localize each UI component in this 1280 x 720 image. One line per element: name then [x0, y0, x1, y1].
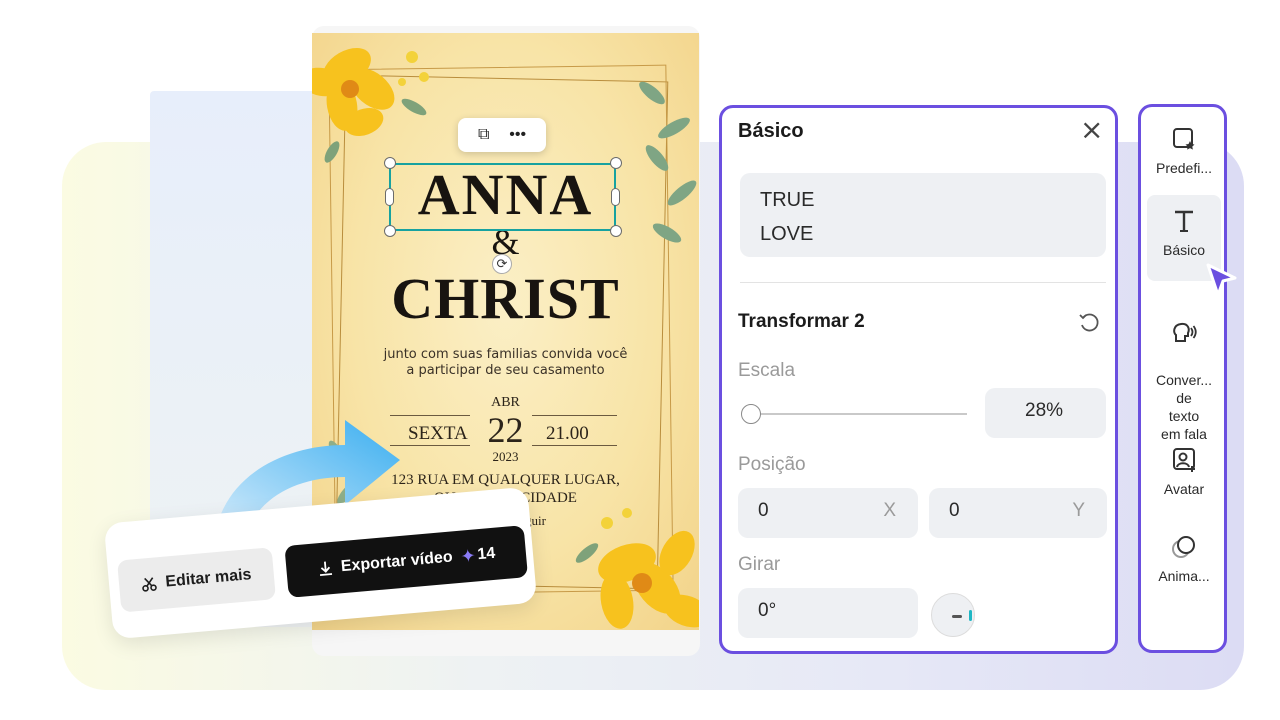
position-label: Posição: [738, 454, 806, 475]
name-bottom[interactable]: CHRIST: [312, 265, 699, 332]
tools-sidebar: Predefi... Básico Conver... de texto em …: [1138, 104, 1227, 653]
close-icon[interactable]: ×: [1080, 116, 1103, 144]
properties-panel: Básico × TRUE LOVE Transformar 2 Escala …: [719, 105, 1118, 654]
sidebar-label-animation: Anima...: [1158, 568, 1210, 584]
sidebar-label-presets: Predefi...: [1155, 160, 1213, 176]
text-icon: [1175, 210, 1193, 232]
text-to-speech-icon: [1173, 322, 1197, 342]
sidebar-item-animation[interactable]: Anima...: [1147, 529, 1221, 589]
sidebar-item-avatar[interactable]: Avatar: [1147, 442, 1221, 502]
scale-slider-track[interactable]: [752, 413, 967, 415]
y-axis-label: Y: [1072, 500, 1085, 521]
preset-icon: [1173, 128, 1195, 150]
download-icon: [319, 561, 332, 577]
layers-icon[interactable]: ⧉: [478, 126, 489, 144]
dial-mark: [969, 610, 972, 621]
rotation-dial[interactable]: [931, 593, 975, 637]
element-toolbar: ⧉ •••: [458, 118, 546, 152]
text-line2: LOVE: [760, 223, 814, 245]
animation-icon: [1172, 536, 1195, 558]
flower-decoration: [312, 48, 429, 163]
dial-needle: [952, 615, 962, 618]
export-video-label: Exportar vídeo: [340, 548, 454, 576]
invite-subtitle-line2[interactable]: a participar de seu casamento: [312, 363, 699, 378]
position-x-value: 0: [758, 500, 769, 521]
sidebar-label-text-to-speech: Conver... de texto em fala: [1155, 372, 1213, 442]
credits-badge: ✦ 14: [460, 543, 497, 567]
scale-label: Escala: [738, 360, 796, 381]
reset-icon[interactable]: [1078, 312, 1100, 334]
rotate-value: 0°: [758, 600, 777, 621]
more-options-icon[interactable]: •••: [509, 126, 526, 144]
position-y-input[interactable]: 0 Y: [929, 488, 1107, 538]
sparkle-icon: ✦: [459, 544, 477, 567]
resize-handle[interactable]: [385, 188, 394, 206]
resize-handle[interactable]: [384, 225, 396, 237]
cursor-icon: [1206, 263, 1237, 297]
sidebar-label-avatar: Avatar: [1163, 481, 1205, 497]
rotate-handle-icon[interactable]: ⟳: [492, 254, 512, 274]
sidebar-label-basic: Básico: [1162, 242, 1206, 258]
scissors-icon: [142, 577, 158, 592]
resize-handle[interactable]: [384, 157, 396, 169]
text-content-field[interactable]: TRUE LOVE: [740, 173, 1106, 257]
sidebar-item-text-to-speech[interactable]: Conver... de texto em fala: [1147, 297, 1221, 447]
resize-handle[interactable]: [610, 157, 622, 169]
resize-handle[interactable]: [611, 188, 620, 206]
credits-count: 14: [476, 544, 497, 564]
selection-box[interactable]: [389, 163, 616, 231]
rotate-input[interactable]: 0°: [738, 588, 918, 638]
scale-input[interactable]: 28%: [985, 388, 1106, 438]
invite-subtitle-line1[interactable]: junto com suas familias convida você: [312, 347, 699, 362]
scale-value: 28%: [1025, 400, 1064, 421]
text-line1: TRUE: [760, 189, 815, 211]
position-x-input[interactable]: 0 X: [738, 488, 918, 538]
avatar-icon: [1173, 448, 1195, 472]
section-title: Transformar 2: [738, 311, 865, 332]
position-y-value: 0: [949, 500, 960, 521]
resize-handle[interactable]: [610, 225, 622, 237]
panel-title: Básico: [738, 120, 804, 142]
divider: [740, 282, 1106, 283]
x-axis-label: X: [883, 500, 896, 521]
sidebar-item-presets[interactable]: Predefi...: [1147, 121, 1221, 181]
scale-slider-thumb[interactable]: [741, 404, 761, 424]
rotate-label: Girar: [738, 554, 781, 575]
edit-more-label: Editar mais: [164, 566, 253, 591]
